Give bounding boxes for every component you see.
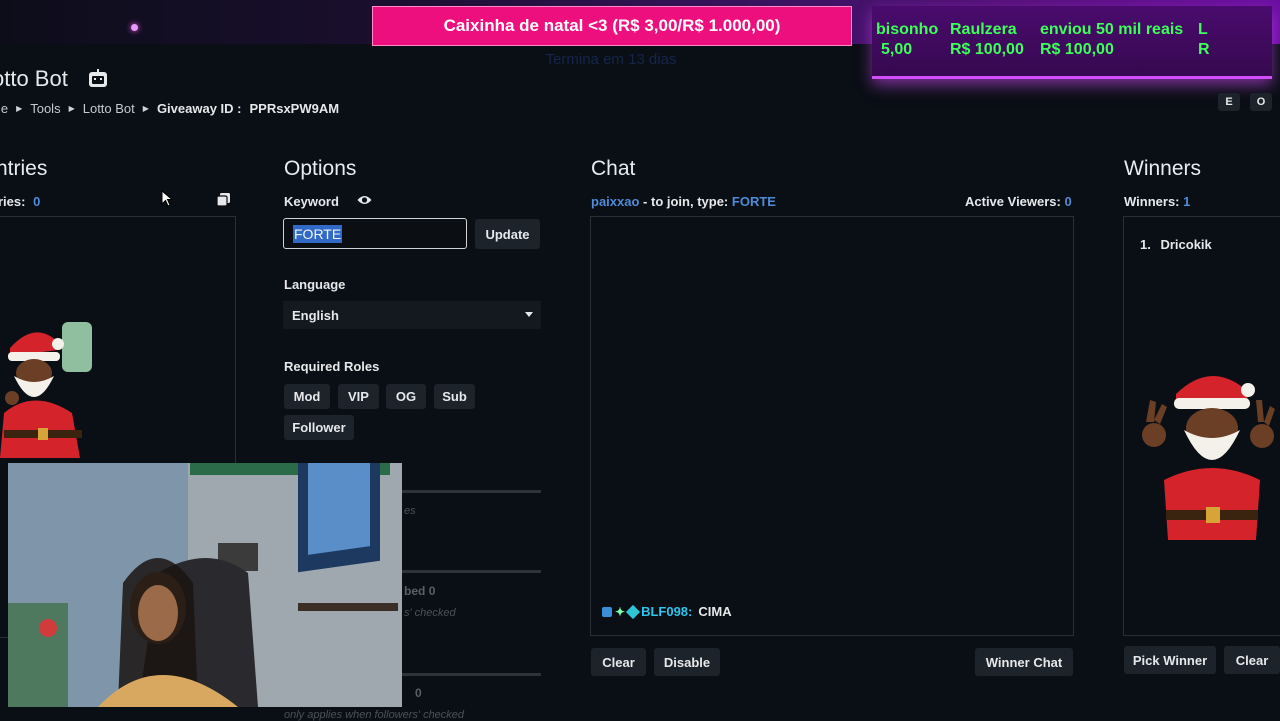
role-vip-toggle[interactable]: VIP xyxy=(338,384,379,409)
winners-count-row: Winners: 1 xyxy=(1124,194,1190,209)
breadcrumb-tools[interactable]: Tools xyxy=(30,101,60,116)
entries-count: 0 xyxy=(33,194,41,209)
donation-goal-banner: Caixinha de natal <3 (R$ 3,00/R$ 1.000,0… xyxy=(372,6,852,46)
slider-value-row: bed 0 xyxy=(404,584,435,598)
cursor-icon xyxy=(161,190,174,207)
chat-title: Chat xyxy=(591,157,636,180)
active-viewers: Active Viewers: 0 xyxy=(965,194,1072,209)
chat-channel-name: paixxao xyxy=(591,194,640,209)
keyword-label: Keyword xyxy=(284,194,339,209)
winner-item: 1. Dricokik xyxy=(1140,237,1212,252)
options-title: Options xyxy=(284,157,357,180)
pick-winner-button[interactable]: Pick Winner xyxy=(1124,646,1216,674)
entries-count-row: ries: 0 xyxy=(0,194,40,209)
donor-item: bisonho 5,00 xyxy=(876,20,938,60)
chat-join-info: paixxao - to join, type: FORTE xyxy=(591,194,776,209)
role-sub-toggle[interactable]: Sub xyxy=(434,384,475,409)
slider-track[interactable] xyxy=(402,673,541,676)
donor-item: enviou 50 mil reais R$ 100,00 xyxy=(1040,20,1183,60)
giveaway-id-label: Giveaway ID : xyxy=(156,101,242,116)
giveaway-id-value: PPRsxPW9AM xyxy=(249,101,340,116)
donor-amount: 5,00 xyxy=(881,41,913,58)
header-button-o[interactable]: O xyxy=(1250,93,1272,111)
keyword-value: FORTE xyxy=(293,224,343,243)
chat-disable-button[interactable]: Disable xyxy=(654,648,720,676)
slider-value: 0 xyxy=(415,686,422,700)
winners-count: 1 xyxy=(1183,194,1191,209)
winner-chat-button[interactable]: Winner Chat xyxy=(975,648,1073,676)
sparkle-icon: ✦ xyxy=(615,604,626,619)
winners-count-label: Winners: xyxy=(1124,194,1180,209)
role-follower-toggle[interactable]: Follower xyxy=(284,415,354,440)
breadcrumb-lotto-bot[interactable]: Lotto Bot xyxy=(83,101,135,116)
active-viewers-count: 0 xyxy=(1064,194,1072,209)
breadcrumb: me ▶ Tools ▶ Lotto Bot ▶ Giveaway ID : P… xyxy=(0,101,339,116)
active-viewers-label: Active Viewers: xyxy=(965,194,1061,209)
entries-count-label: ries: xyxy=(0,194,26,209)
donor-name: enviou 50 mil reais xyxy=(1040,21,1184,38)
header-button-e[interactable]: E xyxy=(1218,93,1240,111)
language-select[interactable]: English xyxy=(283,301,541,329)
donor-ticker: bisonho 5,00 Raulzera R$ 100,00 enviou 5… xyxy=(872,6,1272,79)
goal-subtext: Termina em 13 dias xyxy=(545,51,677,68)
keyword-input[interactable]: FORTE xyxy=(283,218,467,249)
entries-title: ntries xyxy=(0,157,48,180)
goal-text: Caixinha de natal <3 (R$ 3,00/R$ 1.000,0… xyxy=(443,16,781,35)
santa-peace-sticker xyxy=(1142,375,1275,540)
language-label: Language xyxy=(284,277,346,292)
followers-note: only applies when followers' checked xyxy=(284,709,465,721)
page-title: otto Bot xyxy=(0,66,68,91)
slider-track[interactable] xyxy=(402,570,541,573)
webcam-image xyxy=(8,463,402,707)
winners-title: Winners xyxy=(1124,157,1202,180)
chat-join-text: - to join, type: xyxy=(643,194,729,209)
chevron-right-icon: ▶ xyxy=(68,104,75,113)
winners-clear-button[interactable]: Clear xyxy=(1224,646,1280,674)
donor-amount: R$ 100,00 xyxy=(950,41,1024,58)
slider-hint: s' checked xyxy=(404,607,456,619)
santa-sticker xyxy=(0,322,92,458)
slider-track[interactable] xyxy=(402,490,541,493)
webcam-overlay xyxy=(8,463,402,707)
chat-clear-button[interactable]: Clear xyxy=(591,648,646,676)
overlay-dot xyxy=(131,24,138,31)
chevron-right-icon: ▶ xyxy=(142,104,149,113)
winner-name: Dricokik xyxy=(1160,237,1212,252)
eye-icon[interactable] xyxy=(357,194,372,206)
slider-hint: es xyxy=(404,505,416,517)
chat-message-user: BLF098: xyxy=(641,604,693,619)
donor-name: L xyxy=(1198,21,1208,38)
robot-icon xyxy=(89,69,107,87)
caret-down-icon xyxy=(525,312,533,317)
donor-amount: R xyxy=(1198,41,1210,58)
roles-label: Required Roles xyxy=(284,359,380,374)
chat-keyword: FORTE xyxy=(731,194,776,209)
chevron-right-icon: ▶ xyxy=(16,104,23,113)
update-button[interactable]: Update xyxy=(475,219,540,249)
donor-item: L R xyxy=(1198,20,1210,60)
chat-messages-panel[interactable] xyxy=(590,216,1074,636)
chat-message: ✦ BLF098: CIMA xyxy=(602,604,732,619)
slider-value-label: bed xyxy=(404,584,426,598)
language-value: English xyxy=(292,307,339,323)
badge-icon xyxy=(602,606,612,617)
donor-item: Raulzera R$ 100,00 xyxy=(950,20,1024,60)
donor-name: bisonho xyxy=(876,21,939,38)
slider-value: 0 xyxy=(428,584,436,598)
diamond-icon xyxy=(625,604,641,619)
role-mod-toggle[interactable]: Mod xyxy=(284,384,330,409)
donor-name: Raulzera xyxy=(950,21,1017,38)
chat-message-text: CIMA xyxy=(698,604,732,619)
role-og-toggle[interactable]: OG xyxy=(386,384,426,409)
donor-amount: R$ 100,00 xyxy=(1040,41,1114,58)
breadcrumb-home[interactable]: me xyxy=(0,101,8,116)
copy-icon[interactable] xyxy=(216,192,231,207)
winner-rank: 1. xyxy=(1140,237,1151,252)
